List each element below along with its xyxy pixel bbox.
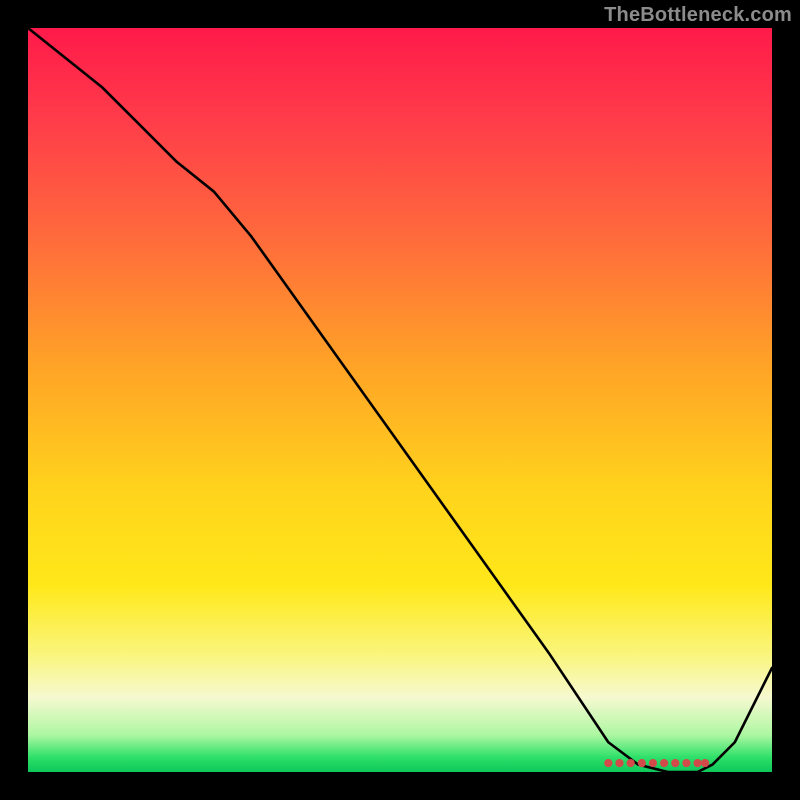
marker-dot (671, 759, 679, 767)
watermark-label: TheBottleneck.com (604, 4, 792, 27)
marker-dot (701, 759, 709, 767)
plot-overlay-svg (28, 28, 772, 772)
marker-dot (627, 759, 635, 767)
marker-dot (604, 759, 612, 767)
marker-dot (615, 759, 623, 767)
marker-dot (694, 759, 702, 767)
marker-dot (682, 759, 690, 767)
marker-dot (649, 759, 657, 767)
chart-stage: TheBottleneck.com (0, 0, 800, 800)
marker-dot (638, 759, 646, 767)
marker-dot (660, 759, 668, 767)
marker-group (604, 759, 709, 767)
curve-line (28, 28, 772, 772)
